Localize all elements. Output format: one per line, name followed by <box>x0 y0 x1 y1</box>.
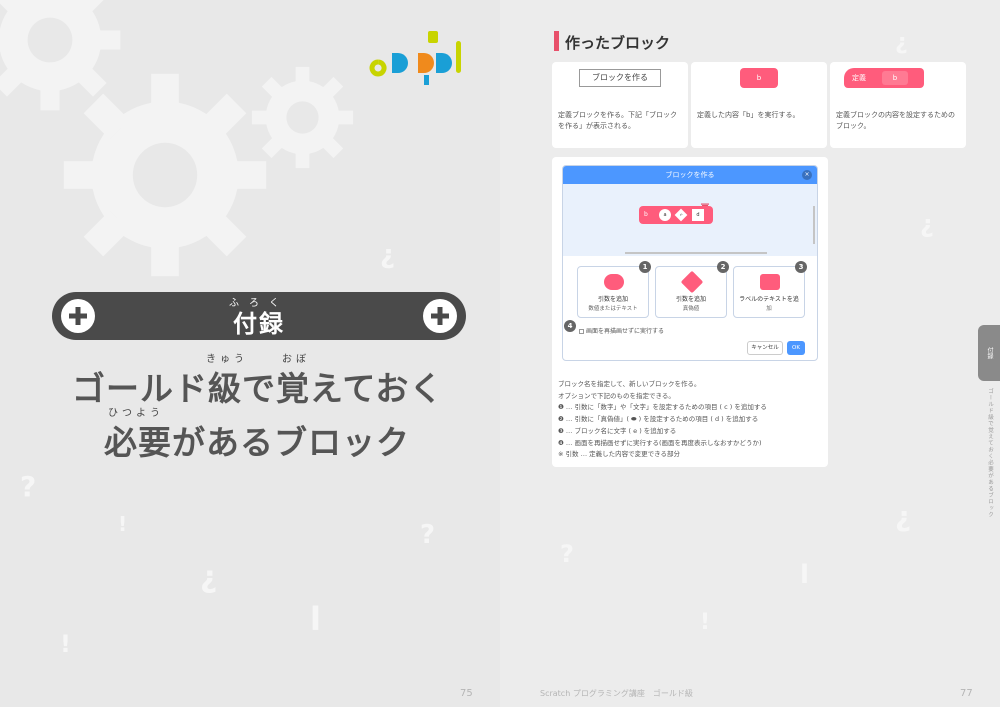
headline-line-2: 必要があるブロック <box>104 423 410 462</box>
custom-block: b <box>740 68 778 88</box>
logo <box>369 31 461 85</box>
make-block-panel: ブロックを作る × b a c d 引数を追加 数値またはテキスト 1 引数を追… <box>552 157 828 467</box>
decorative-symbol: ¿ <box>200 560 218 595</box>
book-spread: ? ! ¿ l ? ! ¿ ふろく 付録 きゅう おぼ ゴールド級で覚えておく … <box>0 0 1000 707</box>
card-visual: 定義 b <box>830 62 966 96</box>
section-accent-bar <box>554 31 559 51</box>
headline-line-1: ゴールド級で覚えておく <box>72 369 444 408</box>
note-line: オプションで下記のものを指定できる。 <box>558 391 675 400</box>
make-block-dialog: ブロックを作る × b a c d 引数を追加 数値またはテキスト 1 引数を追… <box>562 165 818 361</box>
plus-icon <box>423 299 457 333</box>
reporter-icon <box>604 274 624 290</box>
block-preview: b a c d <box>563 184 817 256</box>
card-visual: ブロックを作る <box>552 62 688 96</box>
decorative-symbol: ! <box>118 512 128 536</box>
decorative-symbol: ¿ <box>895 500 912 533</box>
cancel-button[interactable]: キャンセル <box>747 341 783 355</box>
card-description: 定義した内容「b」を実行する。 <box>697 111 800 119</box>
appendix-banner: ふろく 付録 <box>52 292 466 340</box>
decorative-symbol: ? <box>560 540 574 568</box>
page-number: 77 <box>960 688 973 699</box>
make-block-button[interactable]: ブロックを作る <box>579 69 661 87</box>
preview-token: a <box>659 209 671 221</box>
decorative-symbol: ! <box>700 610 711 635</box>
block-card: 定義 b 定義ブロックの内容を設定するためのブロック。 <box>830 62 966 148</box>
add-label-text-option[interactable]: ラベルのテキストを追 加 <box>733 266 805 318</box>
gear-icon <box>251 66 354 169</box>
option-sub: 真偽値 <box>682 306 700 312</box>
dialog-title: ブロックを作る <box>563 166 817 184</box>
checkbox-label: 画面を再描画せずに実行する <box>586 328 665 335</box>
boolean-icon <box>680 270 704 294</box>
block-card: b 定義した内容「b」を実行する。 <box>691 62 827 148</box>
left-page: ? ! ¿ l ? ! ¿ ふろく 付録 きゅう おぼ ゴールド級で覚えておく … <box>0 0 500 707</box>
decorative-symbol: l <box>310 600 321 638</box>
note-line: ❹ … 画面を再描画せずに実行する(画面を再度表示しなおすかどうか) <box>558 438 762 447</box>
note-line: ❶ … 引数に「数字」や「文字」を設定するための項目 ( c ) を追加する <box>558 403 767 412</box>
section-title: 作ったブロック <box>565 34 671 52</box>
chapter-tab: 付録 <box>978 325 1000 381</box>
preview-token: c <box>674 208 688 222</box>
callout-badge: 3 <box>795 261 807 273</box>
option-sub: 加 <box>766 306 772 312</box>
footer-title: Scratch プログラミング講座 ゴールド級 <box>540 689 693 698</box>
option-label: 引数を追加 <box>675 296 706 303</box>
option-label: ラベルのテキストを追 <box>739 296 799 303</box>
callout-badge: 4 <box>564 320 576 332</box>
chapter-tab-label: 付録 <box>986 347 993 359</box>
define-block-name: b <box>882 71 908 85</box>
callout-badge: 1 <box>639 261 651 273</box>
card-visual: b <box>691 62 827 96</box>
option-label: 引数を追加 <box>597 296 628 303</box>
option-sub: 数値またはテキスト <box>588 306 638 312</box>
block-card: ブロックを作る 定義ブロックを作る。下記「ブロックを作る」が表示される。 <box>552 62 688 148</box>
note-line: ブロック名を指定して、新しいブロックを作る。 <box>558 380 701 388</box>
decorative-symbol: l <box>800 560 809 590</box>
running-head: ゴールド級で覚えておく必要があるブロック <box>987 388 993 518</box>
add-boolean-input-option[interactable]: 引数を追加 真偽値 <box>655 266 727 318</box>
label-icon <box>760 274 780 290</box>
decorative-symbol: ? <box>420 520 436 550</box>
note-line: ❸ … ブロック名に文字 ( e ) を追加する <box>558 426 677 435</box>
preview-block: b a c d <box>639 206 713 224</box>
card-description: 定義ブロックの内容を設定するためのブロック。 <box>836 111 955 130</box>
trash-icon[interactable] <box>701 196 709 211</box>
scrollbar[interactable] <box>813 206 815 244</box>
decorative-symbol: ¿ <box>380 240 396 270</box>
explanation-notes: ブロック名を指定して、新しいブロックを作る。 オプションで下記のものを指定できる… <box>558 379 824 461</box>
add-number-text-input-option[interactable]: 引数を追加 数値またはテキスト <box>577 266 649 318</box>
callout-badge: 2 <box>717 261 729 273</box>
note-line: ❷ … 引数に「真偽値」( ⬬ ) を設定するための項目 ( d ) を追加する <box>558 415 759 424</box>
define-hat-block: 定義 b <box>844 68 924 88</box>
checkbox[interactable] <box>579 329 584 334</box>
scrollbar[interactable] <box>625 252 767 254</box>
banner-title: 付録 <box>233 310 285 338</box>
define-label: 定義 <box>852 74 866 82</box>
decorative-symbol: ? <box>20 470 37 503</box>
card-description: 定義ブロックを作る。下記「ブロックを作る」が表示される。 <box>558 111 677 130</box>
preview-token: b <box>644 211 648 218</box>
preview-token: d <box>692 209 704 221</box>
page-number: 75 <box>460 688 473 699</box>
run-without-refresh-checkbox[interactable]: 画面を再描画せずに実行する <box>579 326 664 335</box>
right-page: ¿ ¿ ¿ l ? ! 作ったブロック ブロックを作る 定義ブロックを作る。下記… <box>500 0 1000 707</box>
decorative-symbol: ¿ <box>895 30 908 55</box>
note-line: ※ 引数 … 定義した内容で変更できる部分 <box>558 450 681 459</box>
close-icon[interactable]: × <box>802 170 812 180</box>
decorative-symbol: ! <box>60 630 71 658</box>
ok-button[interactable]: OK <box>787 341 805 355</box>
decorative-symbol: ¿ <box>920 210 934 238</box>
